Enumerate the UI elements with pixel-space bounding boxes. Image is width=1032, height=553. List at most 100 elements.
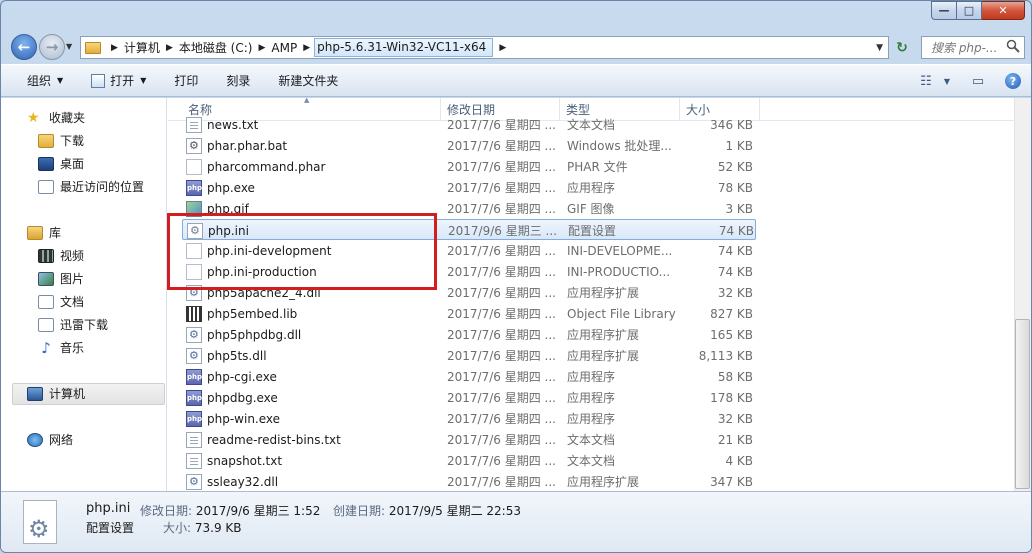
file-name-cell: php5apache2_4.dll [186, 282, 436, 303]
nav-item-videos[interactable]: 视频 [38, 247, 84, 264]
breadcrumb-separator-icon[interactable]: ▶ [303, 43, 310, 53]
minimize-button[interactable]: — [931, 1, 957, 20]
file-name-cell: php php-win.exe [186, 408, 436, 429]
breadcrumb-local-disk[interactable]: 本地磁盘 (C:) [179, 39, 253, 56]
file-size: 4 KB [725, 453, 753, 468]
table-row[interactable]: php phpdbg.exe 2017/7/6 星期四 ... 应用程序 178 KB [182, 387, 756, 408]
table-row[interactable]: snapshot.txt 2017/7/6 星期四 ... 文本文档 4 KB [182, 450, 756, 471]
details-modified-label: 修改日期: [140, 504, 193, 518]
settings-file-icon [23, 500, 57, 544]
table-row[interactable]: php.gif 2017/7/6 星期四 ... GIF 图像 3 KB [182, 198, 756, 219]
downloads-folder-icon [38, 133, 54, 148]
address-bar[interactable]: ▶ 计算机 ▶ 本地磁盘 (C:) ▶ AMP ▶ php-5.6.31-Win… [80, 36, 889, 59]
table-row[interactable]: news.txt 2017/7/6 星期四 ... 文本文档 346 KB [182, 114, 756, 135]
table-row[interactable]: php5phpdbg.dll 2017/7/6 星期四 ... 应用程序扩展 165 … [182, 324, 756, 345]
breadcrumb-php-folder[interactable]: php-5.6.31-Win32-VC11-x64 [314, 38, 494, 57]
explorer-window: — □ ✕ ← → ▼ ▶ 计算机 ▶ 本地磁盘 (C:) ▶ AMP ▶ ph… [0, 0, 1032, 553]
table-row[interactable]: php.ini 2017/9/6 星期三 ... 配置设置 74 KB [182, 219, 756, 240]
table-row[interactable]: php.ini-development 2017/7/6 星期四 ... INI-D… [182, 240, 756, 261]
breadcrumb-separator-icon[interactable]: ▶ [258, 43, 265, 53]
table-row[interactable]: php5apache2_4.dll 2017/7/6 星期四 ... 应用程序扩展 3… [182, 282, 756, 303]
new-folder-button[interactable]: 新建文件夹 [272, 69, 344, 93]
burn-button[interactable]: 刻录 [220, 69, 256, 93]
open-button[interactable]: 打开 ▼ [85, 69, 152, 93]
recent-places-icon [38, 179, 54, 194]
change-view-icon[interactable]: ☷ [913, 69, 939, 93]
file-name: readme-redist-bins.txt [207, 432, 341, 447]
nav-item-desktop[interactable]: 桌面 [38, 155, 84, 172]
nav-item-pictures[interactable]: 图片 [38, 270, 84, 287]
table-row[interactable]: php php-cgi.exe 2017/7/6 星期四 ... 应用程序 58 KB [182, 366, 756, 387]
documents-icon [38, 294, 54, 309]
table-row[interactable]: phar.phar.bat 2017/7/6 星期四 ... Windows 批处理… [182, 135, 756, 156]
details-created-label: 创建日期: [333, 504, 386, 518]
details-size-value: 73.9 KB [194, 521, 242, 535]
file-date: 2017/7/6 星期四 ... [447, 265, 556, 279]
nav-computer-label: 计算机 [49, 387, 86, 401]
table-row[interactable]: pharcommand.phar 2017/7/6 星期四 ... PHAR 文件 5… [182, 156, 756, 177]
file-date: 2017/7/6 星期四 ... [447, 139, 556, 153]
nav-item-documents[interactable]: 文档 [38, 293, 84, 310]
file-size: 32 KB [717, 411, 753, 426]
file-date: 2017/7/6 星期四 ... [447, 454, 556, 468]
maximize-button[interactable]: □ [957, 1, 982, 20]
scrollbar-thumb[interactable] [1015, 319, 1030, 489]
navigation-bar: ← → ▼ ▶ 计算机 ▶ 本地磁盘 (C:) ▶ AMP ▶ php-5.6.… [1, 31, 1031, 63]
file-type: 应用程序 [567, 370, 616, 384]
details-created-value: 2017/9/5 星期二 22:53 [388, 504, 521, 518]
library-icon [27, 225, 43, 240]
dll-file-icon [186, 326, 202, 343]
nav-item-downloads[interactable]: 下载 [38, 132, 84, 149]
breadcrumb-separator-icon[interactable]: ▶ [499, 43, 506, 53]
thunder-downloads-icon [38, 317, 54, 332]
nav-libraries[interactable]: 库 [27, 224, 61, 241]
search-placeholder: 搜索 php-... [931, 41, 998, 55]
breadcrumb-computer[interactable]: 计算机 [124, 39, 160, 56]
file-date: 2017/7/6 星期四 ... [447, 433, 556, 447]
recent-pages-dropdown[interactable]: ▼ [66, 42, 72, 51]
search-icon[interactable] [1006, 39, 1020, 53]
print-button[interactable]: 打印 [168, 69, 204, 93]
nav-network[interactable]: 网络 [27, 431, 73, 448]
table-row[interactable]: ssleay32.dll 2017/7/6 星期四 ... 应用程序扩展 347 KB [182, 471, 756, 491]
refresh-button[interactable]: ↻ [890, 36, 914, 59]
bat-file-icon [186, 137, 202, 154]
search-input[interactable]: 搜索 php-... [921, 36, 1025, 59]
file-size: 74 KB [717, 243, 753, 258]
breadcrumb-amp[interactable]: AMP [271, 41, 297, 55]
nav-item-thunder-downloads[interactable]: 迅雷下载 [38, 316, 108, 333]
nav-computer[interactable]: 计算机 [27, 385, 85, 402]
table-row[interactable]: php.ini-production 2017/7/6 星期四 ... INI-PR… [182, 261, 756, 282]
table-row[interactable]: php5embed.lib 2017/7/6 星期四 ... Object File… [182, 303, 756, 324]
table-row[interactable]: php php-win.exe 2017/7/6 星期四 ... 应用程序 32 KB [182, 408, 756, 429]
file-name-cell: pharcommand.phar [186, 156, 436, 177]
file-size: 52 KB [717, 159, 753, 174]
help-icon[interactable]: ? [1005, 73, 1021, 89]
forward-button[interactable]: → [39, 34, 65, 60]
file-name-cell: readme-redist-bins.txt [186, 429, 436, 450]
file-date: 2017/7/6 星期四 ... [447, 118, 556, 132]
file-size: 347 KB [710, 474, 753, 489]
organize-button[interactable]: 组织 ▼ [21, 69, 69, 93]
breadcrumb-separator-icon[interactable]: ▶ [111, 43, 118, 53]
nav-item-recent-places[interactable]: 最近访问的位置 [38, 178, 144, 195]
computer-icon [27, 386, 43, 401]
view-options-chevron-icon[interactable]: ▼ [939, 69, 955, 93]
video-icon [38, 248, 54, 263]
address-history-dropdown-icon[interactable]: ▼ [876, 43, 883, 53]
file-type: 应用程序 [567, 412, 616, 426]
file-type: 应用程序 [567, 181, 616, 195]
file-name-cell: snapshot.txt [186, 450, 436, 471]
close-button[interactable]: ✕ [982, 1, 1025, 20]
table-row[interactable]: readme-redist-bins.txt 2017/7/6 星期四 ... 文本… [182, 429, 756, 450]
back-button[interactable]: ← [11, 34, 37, 60]
breadcrumb-separator-icon[interactable]: ▶ [166, 43, 173, 53]
nav-favorites[interactable]: ★ 收藏夹 [27, 109, 85, 126]
nav-item-music[interactable]: ♪ 音乐 [38, 339, 84, 356]
table-row[interactable]: php5ts.dll 2017/7/6 星期四 ... 应用程序扩展 8,113 KB [182, 345, 756, 366]
preview-pane-icon[interactable]: ▭ [965, 69, 991, 93]
file-date: 2017/7/6 星期四 ... [447, 328, 556, 342]
table-row[interactable]: php php.exe 2017/7/6 星期四 ... 应用程序 78 KB [182, 177, 756, 198]
file-size: 827 KB [710, 306, 753, 321]
file-type: PHAR 文件 [567, 160, 628, 174]
